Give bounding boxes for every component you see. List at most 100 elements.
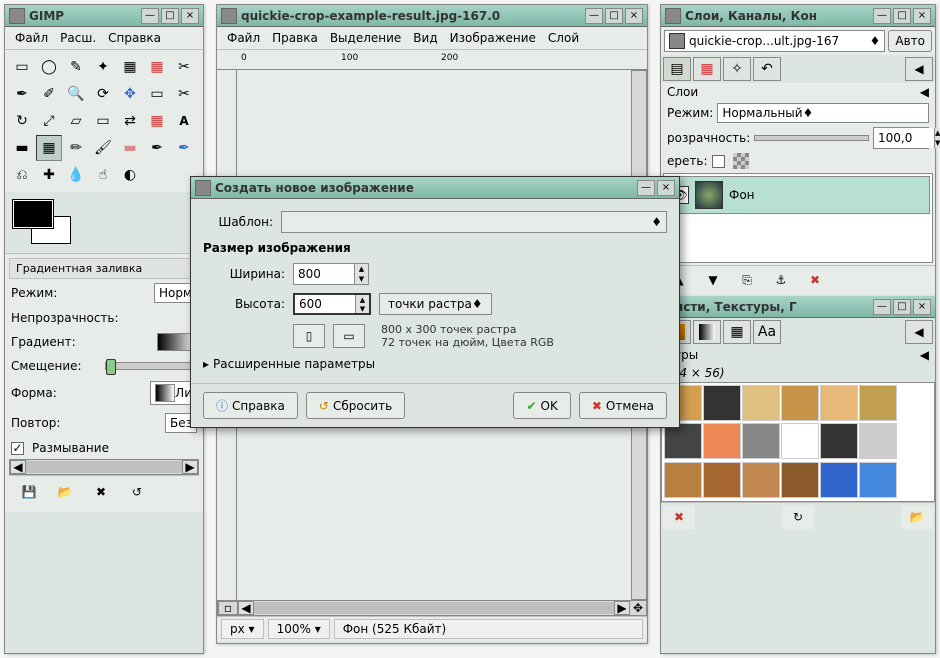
nav-icon[interactable]: ✥: [630, 601, 646, 615]
tool-measure[interactable]: ⟳: [90, 81, 116, 107]
texture-open-button[interactable]: 📂: [901, 505, 933, 529]
texture-swatch[interactable]: [781, 385, 819, 421]
maximize-button[interactable]: □: [893, 299, 911, 315]
ok-button[interactable]: ✔OK: [513, 392, 570, 419]
tool-gradient[interactable]: ▦: [36, 135, 62, 161]
tool-heal[interactable]: ✚: [36, 162, 62, 188]
tool-clone[interactable]: ⎌: [9, 162, 35, 188]
tool-perspective[interactable]: ▭: [90, 108, 116, 134]
close-button[interactable]: ×: [625, 8, 643, 24]
tool-text[interactable]: A: [171, 108, 197, 134]
tool-pencil[interactable]: ✏: [63, 135, 89, 161]
landscape-button[interactable]: ▭: [333, 324, 365, 348]
toolbox-titlebar[interactable]: GIMP — □ ×: [5, 5, 203, 27]
tool-crop[interactable]: ✂: [171, 81, 197, 107]
restore-options-button[interactable]: 📂: [49, 480, 81, 504]
tab-paths[interactable]: ✧: [723, 57, 751, 81]
tab-layers[interactable]: ▤: [663, 57, 691, 81]
tool-paintbrush[interactable]: 🖌: [90, 135, 116, 161]
texture-grid[interactable]: [661, 382, 935, 502]
close-button[interactable]: ×: [657, 180, 675, 196]
texture-delete-button[interactable]: ✖: [663, 505, 695, 529]
tool-smudge[interactable]: ☝: [90, 162, 116, 188]
tool-shear[interactable]: ▱: [63, 108, 89, 134]
tab-fonts[interactable]: Aa: [753, 320, 781, 344]
height-up[interactable]: ▲: [355, 295, 369, 304]
auto-button[interactable]: Авто: [888, 30, 932, 52]
texture-swatch[interactable]: [781, 423, 819, 459]
save-options-button[interactable]: 💾: [13, 480, 45, 504]
tab-palettes[interactable]: ▦: [723, 320, 751, 344]
tool-paths[interactable]: ✒: [9, 81, 35, 107]
options-scrollbar[interactable]: ◀ ▶: [9, 459, 199, 475]
tool-scissors[interactable]: ▦: [144, 54, 170, 80]
cancel-button[interactable]: ✖Отмена: [579, 392, 667, 419]
menu-view[interactable]: Вид: [407, 29, 443, 47]
layer-thumbnail[interactable]: [695, 181, 723, 209]
advanced-expander[interactable]: ▸ Расширенные параметры: [203, 357, 667, 371]
minimize-button[interactable]: —: [873, 8, 891, 24]
texture-swatch[interactable]: [664, 462, 702, 498]
scroll-right-icon[interactable]: ▶: [614, 601, 630, 615]
texture-swatch[interactable]: [859, 385, 897, 421]
width-down[interactable]: ▼: [354, 274, 368, 284]
reset-options-button[interactable]: ↺: [121, 480, 153, 504]
template-select[interactable]: ♦: [281, 211, 667, 233]
menu-file[interactable]: Файл: [221, 29, 266, 47]
layer-duplicate-button[interactable]: ⎘: [731, 268, 763, 292]
tool-blur[interactable]: 💧: [63, 162, 89, 188]
delete-options-button[interactable]: ✖: [85, 480, 117, 504]
tool-fuzzy-select[interactable]: ✦: [90, 54, 116, 80]
image-titlebar[interactable]: quickie-crop-example-result.jpg-167.0 — …: [217, 5, 647, 27]
maximize-button[interactable]: □: [605, 8, 623, 24]
texture-swatch[interactable]: [859, 423, 897, 459]
tool-cage[interactable]: ▦: [144, 108, 170, 134]
layer-delete-button[interactable]: ✖: [799, 268, 831, 292]
minimize-button[interactable]: —: [873, 299, 891, 315]
tab-channels[interactable]: ▦: [693, 57, 721, 81]
tool-color-picker[interactable]: ✐: [36, 81, 62, 107]
width-up[interactable]: ▲: [354, 264, 368, 274]
tool-foreground[interactable]: ✂: [171, 54, 197, 80]
dither-checkbox[interactable]: ✓: [11, 442, 24, 455]
menu-ext[interactable]: Расш.: [54, 29, 102, 47]
scroll-right-icon[interactable]: ▶: [182, 460, 198, 474]
lock-alpha-icon[interactable]: [733, 153, 749, 169]
texture-swatch[interactable]: [820, 462, 858, 498]
tab-gradients[interactable]: [693, 320, 721, 344]
brushes-titlebar[interactable]: Кисти, Текстуры, Г — □ ×: [661, 296, 935, 318]
texture-swatch[interactable]: [859, 462, 897, 498]
menu-image[interactable]: Изображение: [444, 29, 542, 47]
unit-select[interactable]: px ▾: [221, 619, 264, 639]
tool-free-select[interactable]: ✎: [63, 54, 89, 80]
close-button[interactable]: ×: [181, 8, 199, 24]
tool-color-select[interactable]: ▦: [117, 54, 143, 80]
layer-opacity-input[interactable]: ▲▼: [873, 127, 929, 149]
height-input[interactable]: ▲▼: [293, 293, 371, 315]
texture-swatch[interactable]: [781, 462, 819, 498]
tool-flip[interactable]: ⇄: [117, 108, 143, 134]
tab-menu[interactable]: ◀: [905, 320, 933, 344]
texture-swatch[interactable]: [703, 462, 741, 498]
texture-swatch[interactable]: [703, 385, 741, 421]
tab-menu[interactable]: ◀: [905, 57, 933, 81]
minimize-button[interactable]: —: [585, 8, 603, 24]
tool-bucket[interactable]: ▬: [9, 135, 35, 161]
layer-mode-select[interactable]: Нормальный ♦: [717, 103, 929, 123]
menu-select[interactable]: Выделение: [324, 29, 407, 47]
tab-undo[interactable]: ↶: [753, 57, 781, 81]
tool-align[interactable]: ▭: [144, 81, 170, 107]
portrait-button[interactable]: ▯: [293, 324, 325, 348]
units-select[interactable]: точки растра ♦: [379, 293, 492, 315]
layer-down-button[interactable]: ▼: [697, 268, 729, 292]
tool-rect-select[interactable]: ▭: [9, 54, 35, 80]
scroll-left-icon[interactable]: ◀: [10, 460, 26, 474]
maximize-button[interactable]: □: [161, 8, 179, 24]
layer-anchor-button[interactable]: ⚓: [765, 268, 797, 292]
minimize-button[interactable]: —: [141, 8, 159, 24]
texture-swatch[interactable]: [820, 423, 858, 459]
texture-swatch[interactable]: [703, 423, 741, 459]
tool-dodge[interactable]: ◐: [117, 162, 143, 188]
reset-button[interactable]: ↺Сбросить: [306, 392, 405, 419]
lock-pixels-checkbox[interactable]: [712, 155, 725, 168]
